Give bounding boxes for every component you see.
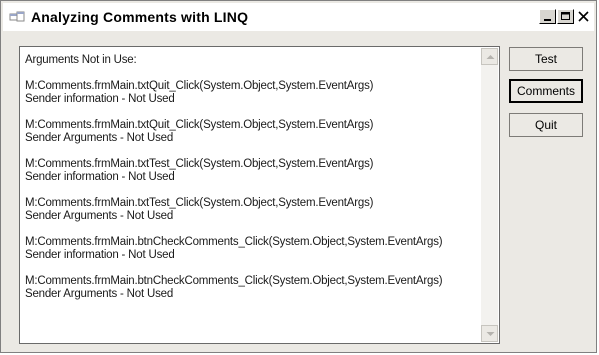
list-spacer <box>25 262 475 275</box>
list-item: M:Comments.frmMain.txtQuit_Click(System.… <box>25 80 374 92</box>
list-item: M:Comments.frmMain.txtTest_Click(System.… <box>25 158 374 170</box>
comments-button[interactable]: Comments <box>509 79 583 103</box>
scroll-up-button[interactable] <box>481 48 498 65</box>
list-item: Arguments Not in Use: <box>25 54 137 66</box>
chevron-down-icon <box>486 332 495 336</box>
list-item: Sender Arguments - Not Used <box>25 288 174 300</box>
title-bar[interactable]: Analyzing Comments with LINQ <box>3 3 594 31</box>
list-item: M:Comments.frmMain.btnCheckComments_Clic… <box>25 236 443 248</box>
list-item: M:Comments.frmMain.btnCheckComments_Clic… <box>25 275 443 287</box>
window-controls <box>539 9 592 24</box>
quit-button[interactable]: Quit <box>509 113 583 137</box>
list-item: Sender information - Not Used <box>25 93 175 105</box>
output-list-content: Arguments Not in Use: M:Comments.frmMain.… <box>25 54 475 301</box>
minimize-button[interactable] <box>539 9 556 24</box>
list-spacer <box>25 145 475 158</box>
list-item: Sender Arguments - Not Used <box>25 132 174 144</box>
list-spacer <box>25 67 475 80</box>
window-title: Analyzing Comments with LINQ <box>31 9 249 25</box>
chevron-up-icon <box>486 55 495 59</box>
output-listbox[interactable]: Arguments Not in Use: M:Comments.frmMain.… <box>19 46 500 344</box>
list-item: M:Comments.frmMain.txtQuit_Click(System.… <box>25 119 374 131</box>
scroll-down-button[interactable] <box>481 325 498 342</box>
list-item: M:Comments.frmMain.txtTest_Click(System.… <box>25 197 374 209</box>
vertical-scrollbar[interactable] <box>481 48 498 342</box>
list-spacer <box>25 223 475 236</box>
test-button[interactable]: Test <box>509 47 583 71</box>
close-icon <box>578 11 589 22</box>
main-window: Analyzing Comments with LINQ Arguments N… <box>0 0 597 353</box>
maximize-icon <box>561 12 570 20</box>
list-item: Sender Arguments - Not Used <box>25 210 174 222</box>
list-item: Sender information - Not Used <box>25 171 175 183</box>
maximize-button[interactable] <box>557 9 574 24</box>
close-button[interactable] <box>575 9 592 24</box>
list-item: Sender information - Not Used <box>25 249 175 261</box>
app-window-icon <box>9 10 25 24</box>
list-spacer <box>25 106 475 119</box>
list-spacer <box>25 184 475 197</box>
minimize-icon <box>544 19 551 21</box>
